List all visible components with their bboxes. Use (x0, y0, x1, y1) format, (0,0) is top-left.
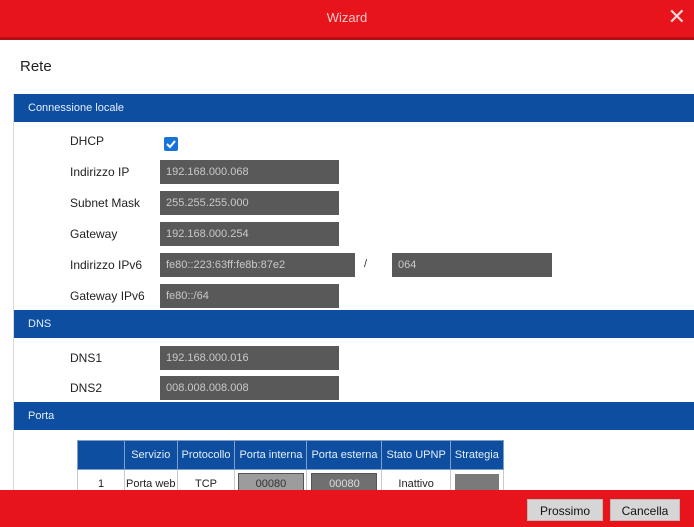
checkmark-icon (166, 140, 176, 149)
subnet-field[interactable]: 255.255.255.000 (160, 191, 339, 215)
title-bar: Wizard ✕ (0, 0, 694, 40)
subnet-label: Subnet Mask (70, 196, 141, 210)
internal-port-input[interactable]: 00080 (237, 473, 304, 490)
col-service: Servizio (124, 440, 178, 470)
cancel-button[interactable]: Cancella (610, 499, 680, 521)
col-protocol: Protocollo (176, 440, 236, 470)
col-strategy: Strategia (449, 440, 504, 470)
dns2-label: DNS2 (70, 381, 103, 395)
row-status: Inattivo (381, 469, 451, 490)
page-title: Rete (20, 58, 52, 75)
settings-panel[interactable]: Connessione locale DHCP Indirizzo IP 192… (13, 94, 694, 490)
external-port-input[interactable]: 00080 (311, 473, 378, 490)
ipv6-field[interactable]: fe80::223:63ff:fe8b:87e2 (160, 253, 355, 277)
ip-field[interactable]: 192.168.000.068 (160, 160, 339, 184)
col-index (77, 440, 125, 470)
next-button[interactable]: Prossimo (527, 499, 603, 521)
ip-label: Indirizzo IP (70, 165, 130, 179)
ipv6-label: Indirizzo IPv6 (70, 258, 143, 272)
ports-table: Servizio Protocollo Porta interna Porta … (77, 440, 504, 490)
dns2-field[interactable]: 008.008.008.008 (160, 376, 339, 400)
row-service: Porta web (124, 469, 178, 490)
dhcp-label: DHCP (70, 134, 105, 148)
ipv6-prefix-field[interactable]: 064 (392, 253, 552, 277)
col-upnp-status: Stato UPNP (381, 440, 451, 470)
row-strategy-cell (449, 469, 504, 490)
close-icon[interactable]: ✕ (668, 6, 686, 28)
section-local-connection: Connessione locale (14, 94, 694, 122)
gateway-ipv6-field[interactable]: fe80::/64 (160, 284, 339, 308)
footer-bar: Prossimo Cancella (0, 490, 694, 527)
row-protocol: TCP (176, 469, 236, 490)
section-porta: Porta (14, 402, 694, 430)
ports-header-row: Servizio Protocollo Porta interna Porta … (77, 440, 504, 470)
dhcp-checkbox[interactable] (164, 137, 178, 151)
col-internal-port: Porta interna (234, 440, 308, 470)
dns1-label: DNS1 (70, 351, 103, 365)
row-external-cell: 00080 (306, 469, 383, 490)
gateway-ipv6-label: Gateway IPv6 (70, 289, 145, 303)
section-dns: DNS (14, 310, 694, 338)
ipv6-separator: / (364, 258, 368, 270)
gateway-field[interactable]: 192.168.000.254 (160, 222, 339, 246)
table-row[interactable]: 1 Porta web TCP 00080 00080 Inattivo (77, 469, 504, 490)
strategy-select[interactable] (454, 474, 499, 490)
col-external-port: Porta esterna (306, 440, 383, 470)
row-index: 1 (77, 469, 125, 490)
row-internal-cell: 00080 (234, 469, 308, 490)
gateway-label: Gateway (70, 227, 118, 241)
dns1-field[interactable]: 192.168.000.016 (160, 346, 339, 370)
window-title: Wizard (326, 10, 368, 25)
